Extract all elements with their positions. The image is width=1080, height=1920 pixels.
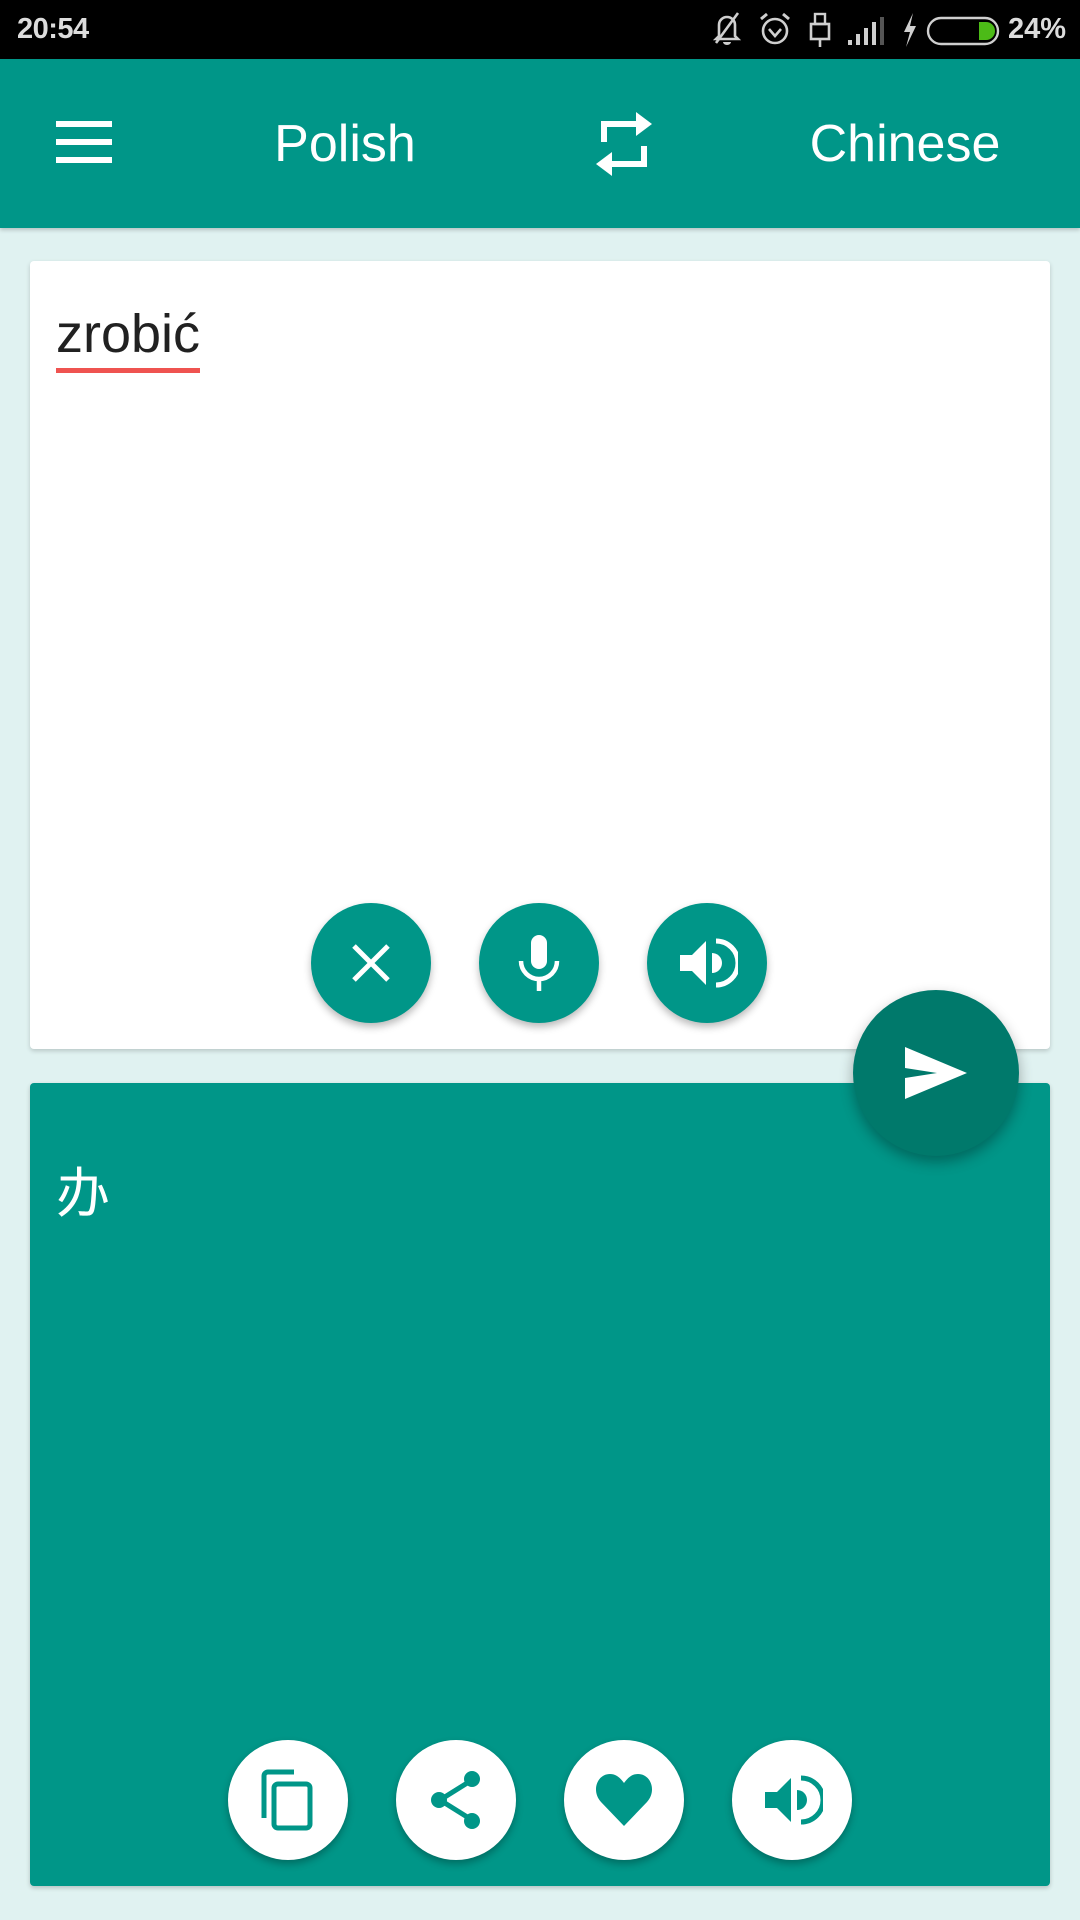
usb-icon	[809, 12, 831, 47]
send-icon	[905, 1047, 967, 1099]
heart-icon	[595, 1774, 653, 1826]
source-text: zrobić	[56, 304, 201, 364]
battery-icon	[926, 16, 1000, 46]
clear-button[interactable]	[311, 903, 431, 1023]
share-icon	[431, 1771, 480, 1829]
close-icon	[352, 944, 390, 982]
status-icons	[0, 8, 1080, 52]
swap-languages-button[interactable]	[588, 106, 660, 182]
volume-icon	[680, 938, 738, 988]
microphone-button[interactable]	[479, 903, 599, 1023]
charging-icon	[904, 13, 916, 47]
share-button[interactable]	[396, 1740, 516, 1860]
speak-translation-button[interactable]	[732, 1740, 852, 1860]
output-card: 办	[30, 1083, 1050, 1886]
input-card: zrobić	[30, 261, 1050, 1049]
target-language-button[interactable]: Chinese	[790, 111, 1020, 177]
spellcheck-underline	[56, 368, 201, 373]
microphone-icon	[518, 935, 560, 991]
volume-icon	[765, 1775, 823, 1825]
source-language-button[interactable]: Polish	[230, 111, 460, 177]
translate-send-button[interactable]	[853, 990, 1019, 1156]
status-bar: 20:54 24%	[0, 0, 1080, 59]
source-text-input[interactable]: zrobić	[56, 303, 201, 373]
app-bar: Polish Chinese	[0, 59, 1080, 228]
speak-source-button[interactable]	[647, 903, 767, 1023]
favorite-button[interactable]	[564, 1740, 684, 1860]
swap-icon	[596, 112, 652, 176]
copy-button[interactable]	[228, 1740, 348, 1860]
menu-button[interactable]	[40, 107, 128, 187]
signal-icon	[848, 17, 884, 45]
alarm-icon	[760, 12, 790, 45]
translated-text: 办	[56, 1162, 110, 1225]
copy-icon	[261, 1769, 313, 1831]
battery-percent: 24%	[1008, 13, 1067, 45]
notifications-off-icon	[712, 12, 742, 45]
